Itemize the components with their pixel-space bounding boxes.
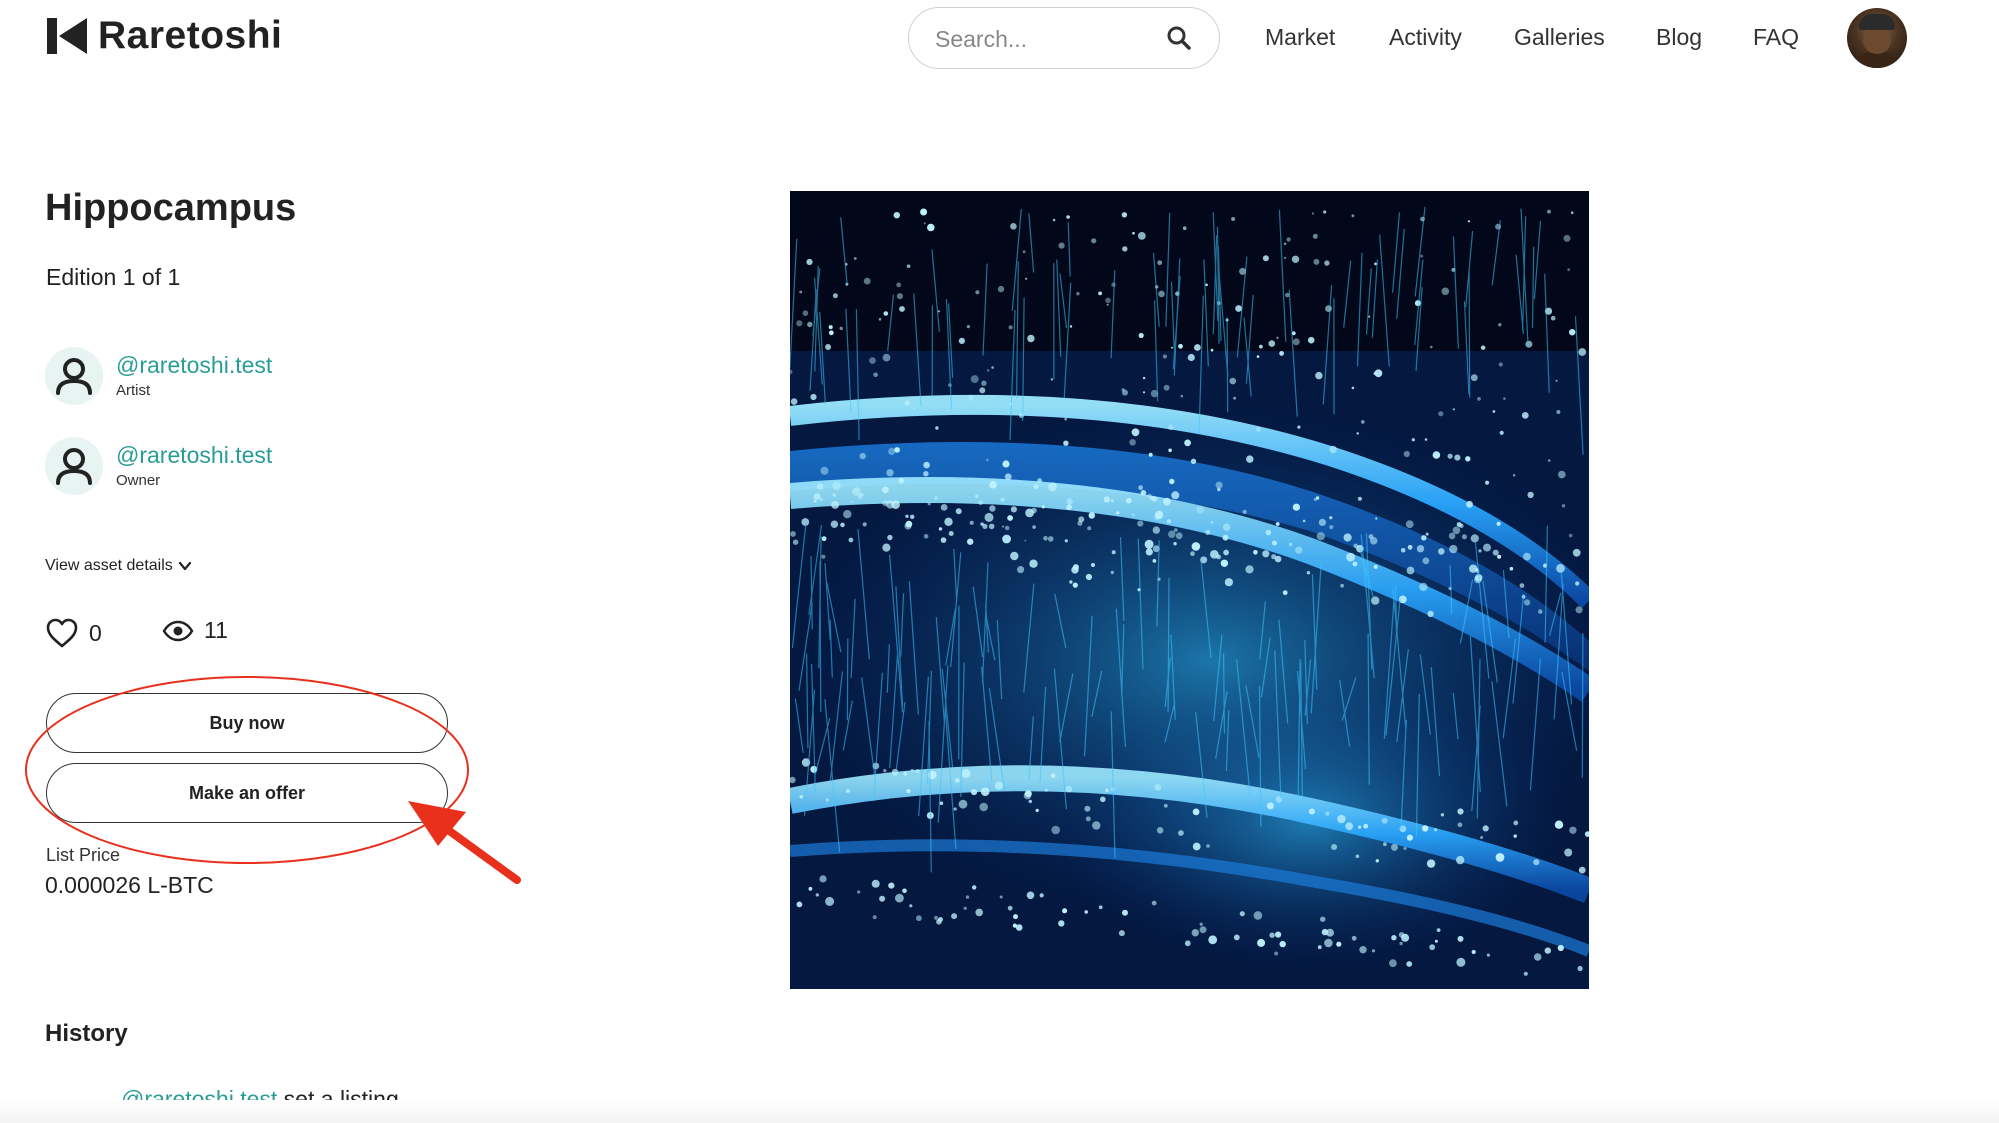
nav-item-activity[interactable]: Activity [1389, 24, 1462, 51]
logo-mark-icon [47, 18, 87, 54]
artist-link[interactable]: @raretoshi.test [116, 351, 272, 379]
artwork-image[interactable] [790, 191, 1589, 989]
artist-role-label: Artist [116, 382, 151, 399]
eye-icon [162, 620, 194, 641]
buy-now-button[interactable]: Buy now [46, 693, 448, 753]
make-offer-button[interactable]: Make an offer [46, 763, 448, 823]
top-navbar: Raretoshi Market Activity Galleries Blog… [0, 0, 1999, 80]
search-input[interactable] [933, 23, 1157, 55]
heart-icon[interactable] [45, 617, 79, 649]
nav-item-market[interactable]: Market [1265, 24, 1335, 51]
owner-link[interactable]: @raretoshi.test [116, 441, 272, 469]
artist-info: @raretoshi.test Artist [45, 347, 272, 405]
search-box[interactable] [908, 7, 1220, 69]
view-asset-details-label: View asset details [45, 557, 173, 574]
view-counter: 11 [162, 617, 228, 644]
user-avatar[interactable] [1847, 8, 1907, 68]
edition-info: Edition 1 of 1 [46, 264, 181, 290]
chevron-down-icon [178, 561, 191, 571]
list-price-label: List Price [46, 845, 121, 865]
asset-title: Hippocampus [45, 187, 297, 229]
view-asset-details-toggle[interactable]: View asset details [45, 557, 192, 575]
pointer-arrow [440, 823, 521, 884]
owner-role-label: Owner [116, 472, 161, 489]
nav-item-faq[interactable]: FAQ [1753, 24, 1799, 51]
owner-info: @raretoshi.test Owner [45, 437, 272, 495]
like-counter[interactable]: 0 [45, 617, 102, 649]
logo-text: Raretoshi [98, 14, 283, 57]
page-bottom-fade [0, 1100, 1999, 1123]
user-icon [56, 358, 92, 395]
neuron-microscopy-image [790, 191, 1589, 989]
view-count: 11 [204, 617, 228, 643]
history-heading: History [45, 1020, 128, 1047]
like-count: 0 [89, 619, 102, 646]
logo[interactable]: Raretoshi [45, 14, 282, 58]
owner-avatar[interactable] [45, 437, 103, 495]
search-icon[interactable] [1166, 25, 1192, 51]
user-icon [56, 448, 92, 485]
artist-avatar[interactable] [45, 347, 103, 405]
nav-item-galleries[interactable]: Galleries [1514, 24, 1605, 51]
list-price-value: 0.000026 L-BTC [45, 872, 214, 898]
nav-item-blog[interactable]: Blog [1656, 24, 1702, 51]
